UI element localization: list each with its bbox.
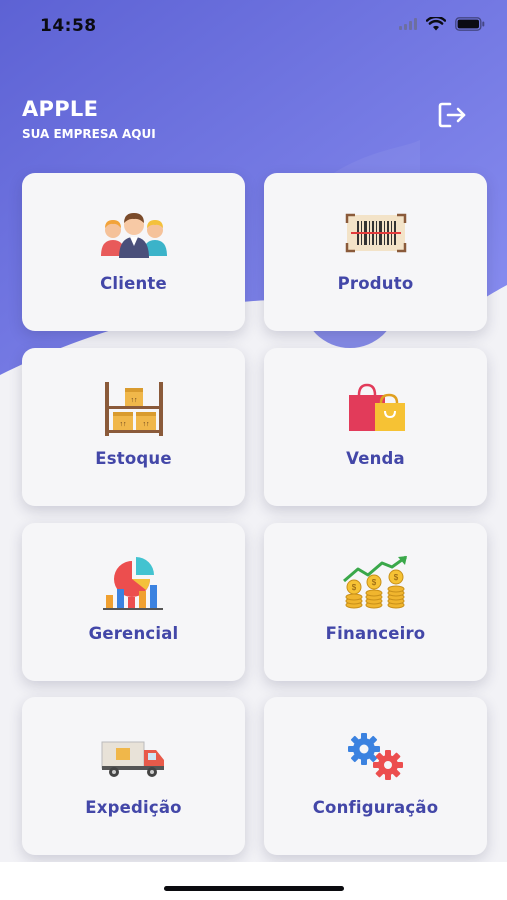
app-screen: 14:58 APPLE SUA EMPRESA AQUI Cliente Pro… [0,0,507,900]
svg-text:$: $ [351,583,356,592]
menu-card-financeiro[interactable]: $ $ $ Financeiro [264,523,487,681]
home-indicator[interactable] [164,886,344,891]
svg-text:↑↑: ↑↑ [142,421,149,428]
menu-grid: Cliente Produto ↑↑ ↑↑ ↑↑ Estoque Venda G… [0,0,507,900]
menu-card-estoque[interactable]: ↑↑ ↑↑ ↑↑ Estoque [22,348,245,506]
barcode-icon [264,203,487,263]
menu-label: Configuração [312,798,439,817]
menu-label: Cliente [100,274,167,293]
delivery-truck-icon [22,727,245,787]
menu-card-cliente[interactable]: Cliente [22,173,245,331]
bottom-safe-area [0,862,507,900]
svg-text:↑↑: ↑↑ [130,397,137,404]
menu-card-produto[interactable]: Produto [264,173,487,331]
people-icon [22,203,245,263]
menu-card-expedicao[interactable]: Expedição [22,697,245,855]
shelf-boxes-icon: ↑↑ ↑↑ ↑↑ [22,378,245,438]
pie-bar-chart-icon [22,553,245,613]
menu-card-venda[interactable]: Venda [264,348,487,506]
menu-label: Venda [346,449,405,468]
svg-text:$: $ [371,578,376,587]
menu-label: Estoque [95,449,172,468]
menu-label: Produto [337,274,414,293]
svg-text:↑↑: ↑↑ [119,421,126,428]
menu-card-configuracao[interactable]: Configuração [264,697,487,855]
menu-label: Expedição [85,798,182,817]
menu-label: Gerencial [88,624,179,643]
svg-text:$: $ [393,573,398,582]
shopping-bags-icon [264,378,487,438]
coins-growth-icon: $ $ $ [264,553,487,613]
gears-icon [264,727,487,787]
menu-label: Financeiro [325,624,426,643]
menu-card-gerencial[interactable]: Gerencial [22,523,245,681]
